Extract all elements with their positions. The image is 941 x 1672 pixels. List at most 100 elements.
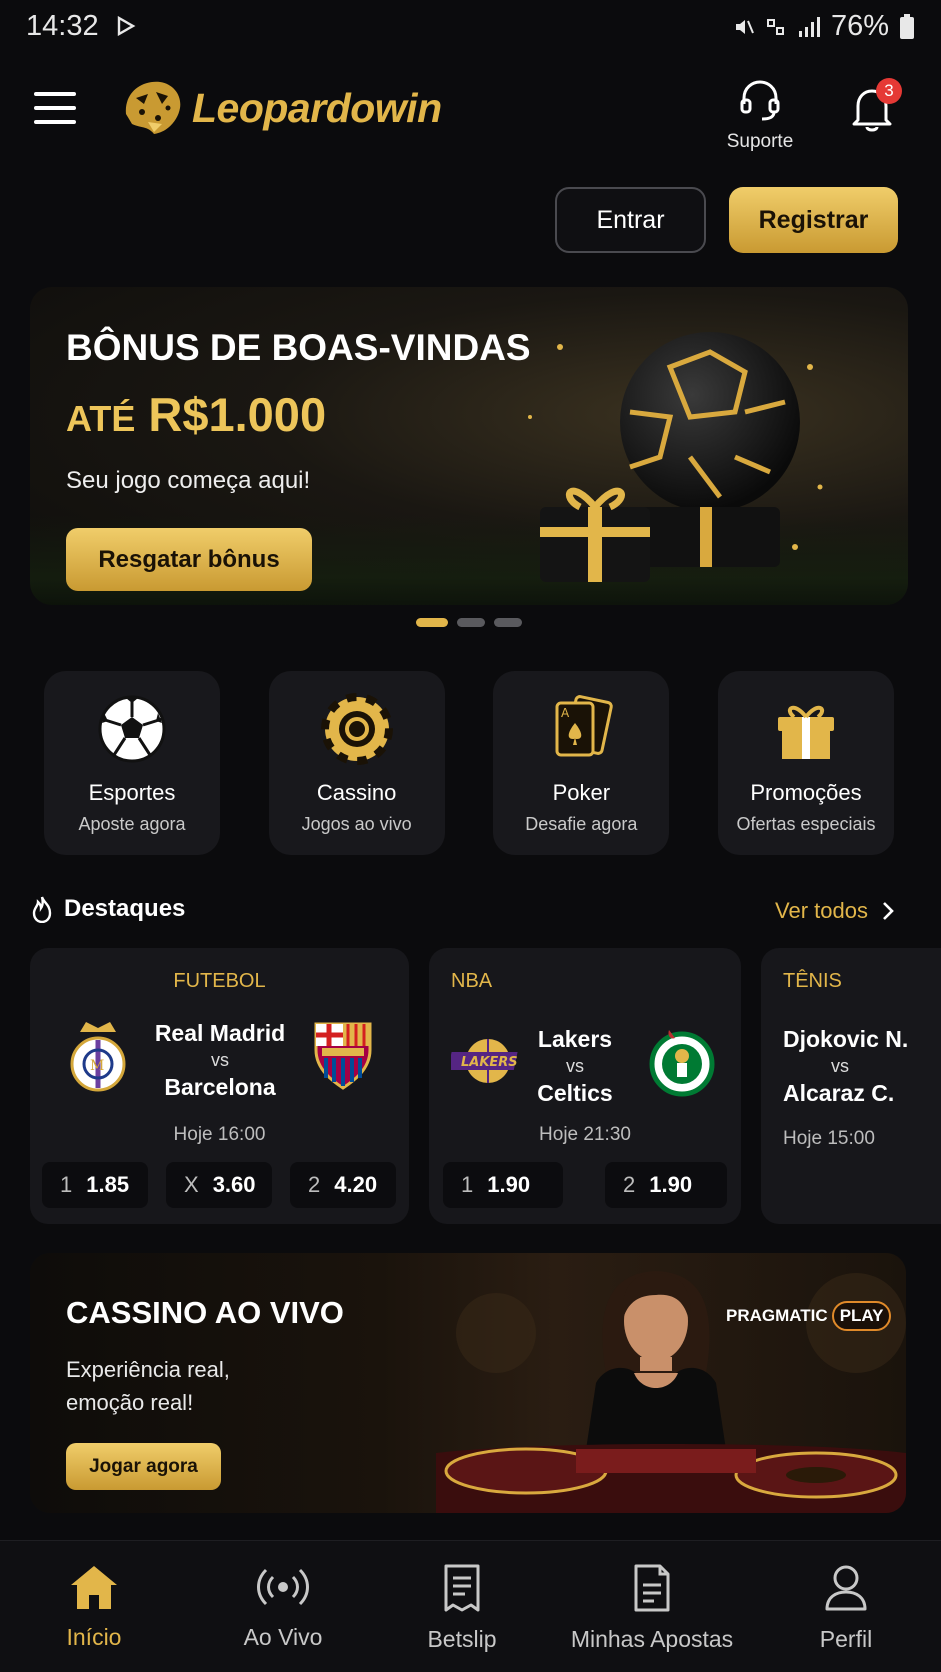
odd-button-away[interactable]: 2 4.20: [290, 1162, 396, 1208]
support-button[interactable]: Suporte: [716, 78, 804, 153]
odd-key: X: [184, 1172, 199, 1197]
nav-home[interactable]: Início: [48, 1563, 140, 1651]
notifications-button[interactable]: 3: [850, 78, 902, 136]
nav-my-bets[interactable]: Minhas Apostas: [560, 1563, 744, 1653]
odd-value: 1.85: [86, 1172, 130, 1197]
carousel-dot[interactable]: [416, 618, 448, 627]
play-now-button[interactable]: Jogar agora: [66, 1443, 221, 1490]
hero-amount-prefix: ATÉ: [66, 398, 136, 439]
highlights-label: Destaques: [64, 895, 186, 922]
hero-amount: ATÉ R$1.000: [66, 387, 326, 442]
odd-value: 1.90: [487, 1172, 531, 1197]
nav-label: Betslip: [427, 1626, 497, 1652]
match-sport: FUTEBOL: [173, 970, 266, 992]
home-team: Djokovic N.: [783, 1026, 909, 1052]
odd-button-home[interactable]: 1 1.90: [443, 1162, 563, 1208]
register-button[interactable]: Registrar: [729, 187, 898, 253]
category-name: Promoções: [750, 780, 862, 805]
carousel-pagination: [416, 618, 522, 627]
nav-profile[interactable]: Perfil: [800, 1563, 892, 1653]
odd-button-draw[interactable]: X 3.60: [166, 1162, 272, 1208]
betslip-icon: [444, 1564, 480, 1612]
battery-percent: 76%: [830, 10, 889, 42]
gift-icon: [777, 705, 834, 759]
svg-text:LAKERS: LAKERS: [461, 1055, 518, 1070]
away-team: Alcaraz C.: [783, 1080, 895, 1106]
carousel-dot[interactable]: [494, 618, 522, 627]
fire-icon: [32, 896, 52, 923]
hero-amount-value: R$1.000: [148, 388, 327, 441]
play-store-icon: [117, 16, 136, 36]
match-time: Hoje 15:00: [783, 1128, 875, 1149]
match-teams: Real Madrid vs Barcelona: [140, 1020, 300, 1101]
away-team: Barcelona: [164, 1074, 276, 1100]
my-bets-icon: [634, 1564, 670, 1612]
category-name: Esportes: [88, 780, 176, 805]
category-poker[interactable]: A Poker Desafie agora: [493, 671, 670, 855]
claim-bonus-button[interactable]: Resgatar bônus: [66, 528, 312, 591]
match-card[interactable]: NBA LAKERS Lakers vs Celtics Hoje 21:30 …: [429, 948, 741, 1224]
brand-logo[interactable]: Leopardowin: [118, 74, 442, 142]
menu-button[interactable]: [34, 92, 76, 126]
pragmatic-play-logo: PRAGMATIC PLAY: [726, 1301, 892, 1331]
odd-key: 1: [60, 1172, 73, 1197]
category-sports[interactable]: Esportes Aposte agora: [44, 671, 220, 855]
data-icon: [766, 18, 784, 35]
gold-ball-gift-illustration: [528, 332, 823, 582]
versus-label: vs: [566, 1056, 584, 1076]
match-sport: NBA: [451, 970, 493, 992]
category-promotions[interactable]: Promoções Ofertas especiais: [717, 671, 894, 855]
playing-cards-icon: A: [555, 695, 614, 757]
headset-icon: [740, 80, 780, 121]
celtics-logo-icon: [649, 1030, 715, 1097]
category-casino[interactable]: Cassino Jogos ao vivo: [268, 671, 445, 855]
live-casino-subtitle: Experiência real, emoção real!: [66, 1357, 230, 1415]
status-bar: 14:32 76%: [0, 0, 941, 52]
versus-label: vs: [211, 1050, 229, 1070]
svg-text:M: M: [90, 1058, 104, 1074]
hero-subtitle: Seu jogo começa aqui!: [66, 467, 311, 494]
carousel-dot[interactable]: [457, 618, 485, 627]
category-sub: Jogos ao vivo: [301, 814, 412, 834]
leopard-icon: [125, 81, 181, 134]
login-button[interactable]: Entrar: [555, 187, 706, 253]
highlights-title: Destaques: [30, 895, 185, 923]
category-shortcuts: Esportes Aposte agora Cassino Jogos ao v…: [44, 671, 894, 855]
match-card[interactable]: TÊNIS Djokovic N. vs Alcaraz C. Hoje 15:…: [761, 948, 941, 1224]
status-time: 14:32: [26, 10, 99, 42]
real-madrid-crest-icon: M: [70, 1022, 126, 1092]
live-casino-title: CASSINO AO VIVO: [66, 1295, 344, 1330]
nav-live[interactable]: Ao Vivo: [228, 1563, 338, 1651]
odd-button-home[interactable]: 1 1.85: [42, 1162, 148, 1208]
hero-title: BÔNUS DE BOAS-VINDAS: [66, 327, 531, 368]
home-team: Lakers: [537, 1026, 613, 1052]
match-time: Hoje 21:30: [539, 1124, 631, 1145]
odd-value: 4.20: [334, 1172, 378, 1197]
category-sub: Desafie agora: [525, 814, 638, 834]
odd-key: 2: [623, 1172, 636, 1197]
casino-chip-icon: [320, 693, 393, 765]
category-sub: Aposte agora: [78, 814, 186, 834]
welcome-bonus-banner[interactable]: BÔNUS DE BOAS-VINDAS ATÉ R$1.000 Seu jog…: [30, 287, 908, 605]
svg-text:A: A: [561, 706, 570, 720]
match-card[interactable]: FUTEBOL M Real Madrid vs Barcelona Hoje …: [30, 948, 409, 1224]
see-all-label: Ver todos: [775, 898, 868, 923]
nav-betslip[interactable]: Betslip: [412, 1563, 512, 1653]
nav-label: Perfil: [819, 1626, 873, 1652]
live-broadcast-icon: [257, 1568, 309, 1606]
signal-icon: [798, 16, 820, 37]
live-casino-banner[interactable]: CASSINO AO VIVO Experiência real, emoção…: [30, 1253, 906, 1513]
odd-button-away[interactable]: 2 1.90: [605, 1162, 727, 1208]
category-name: Poker: [552, 780, 611, 805]
bottom-navigation: Início Ao Vivo Betslip Minhas Apostas Pe…: [0, 1540, 941, 1672]
nav-label: Minhas Apostas: [570, 1626, 734, 1652]
provider-play: PLAY: [831, 1301, 892, 1331]
battery-icon: [900, 13, 914, 39]
nav-label: Início: [66, 1624, 122, 1650]
status-indicators: 76%: [733, 10, 915, 43]
lakers-logo-icon: LAKERS: [451, 1039, 518, 1083]
see-all-link[interactable]: Ver todos: [775, 898, 894, 924]
provider-name: PRAGMATIC: [726, 1306, 828, 1325]
category-sub: Ofertas especiais: [736, 814, 876, 834]
chevron-right-icon: [883, 902, 894, 920]
